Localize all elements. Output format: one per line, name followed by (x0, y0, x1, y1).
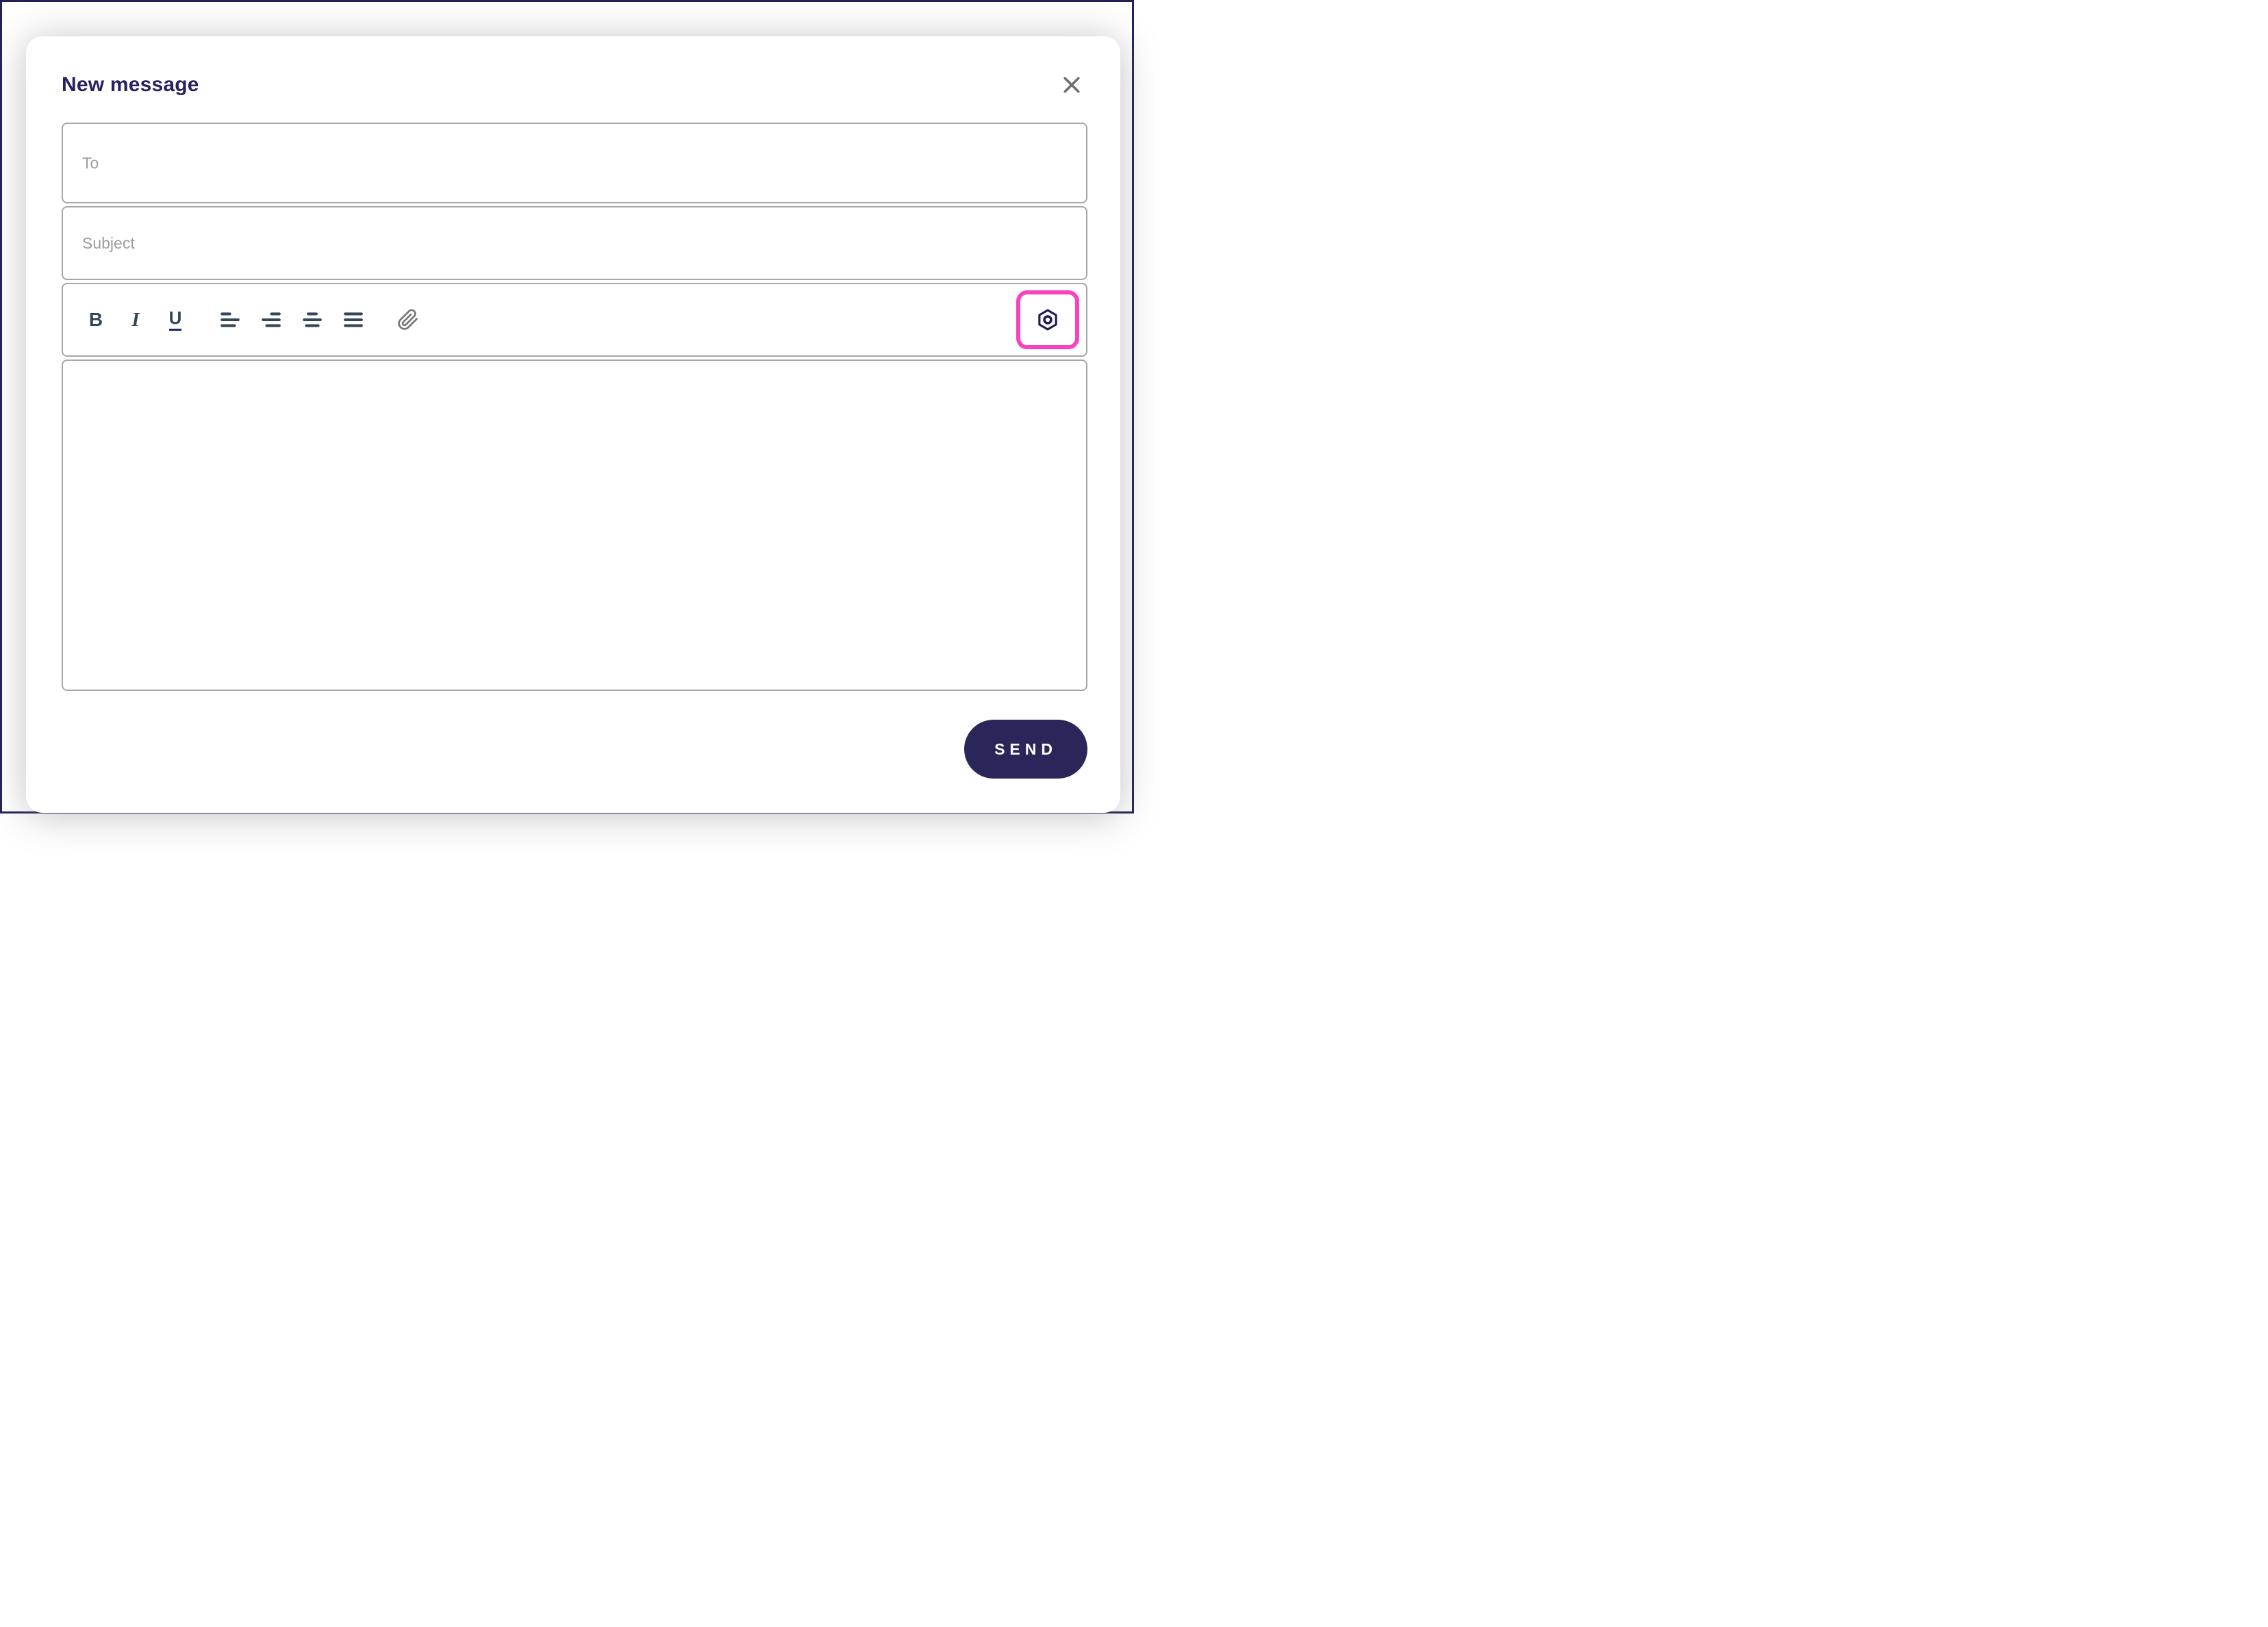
to-input[interactable] (63, 124, 1086, 202)
modal-footer: SEND (62, 720, 1087, 779)
align-right-button[interactable] (257, 302, 285, 338)
align-center-button[interactable] (299, 302, 326, 338)
align-center-icon (302, 310, 323, 330)
to-field-row (62, 123, 1087, 203)
align-right-icon (261, 310, 281, 330)
text-style-group: B I U (82, 302, 189, 338)
subject-input[interactable] (63, 207, 1086, 279)
align-left-icon (220, 310, 240, 330)
alignment-group (216, 302, 367, 338)
bold-button[interactable]: B (82, 302, 110, 338)
send-button[interactable]: SEND (964, 720, 1087, 779)
attach-file-button[interactable] (394, 302, 422, 338)
settings-button-highlighted[interactable] (1016, 290, 1079, 349)
italic-icon: I (131, 308, 140, 331)
message-body-input[interactable] (63, 361, 1086, 690)
compose-message-modal: New message B I U (26, 36, 1120, 813)
underline-icon: U (168, 309, 182, 331)
close-button[interactable] (1056, 69, 1087, 101)
hexagon-nut-icon (1035, 307, 1060, 332)
app-window: { "modal": { "title": "New message" }, "… (0, 0, 1134, 814)
bold-icon: B (88, 309, 103, 330)
italic-button[interactable]: I (122, 302, 149, 338)
align-justify-button[interactable] (340, 302, 367, 338)
subject-field-row (62, 206, 1087, 280)
modal-header: New message (62, 69, 1087, 105)
modal-title: New message (62, 73, 199, 96)
formatting-toolbar: B I U (62, 283, 1087, 357)
align-left-button[interactable] (216, 302, 244, 338)
x-icon (1059, 73, 1084, 97)
paperclip-icon (397, 309, 419, 331)
align-justify-icon (343, 310, 364, 330)
underline-button[interactable]: U (162, 302, 189, 338)
message-body-row (62, 360, 1087, 691)
